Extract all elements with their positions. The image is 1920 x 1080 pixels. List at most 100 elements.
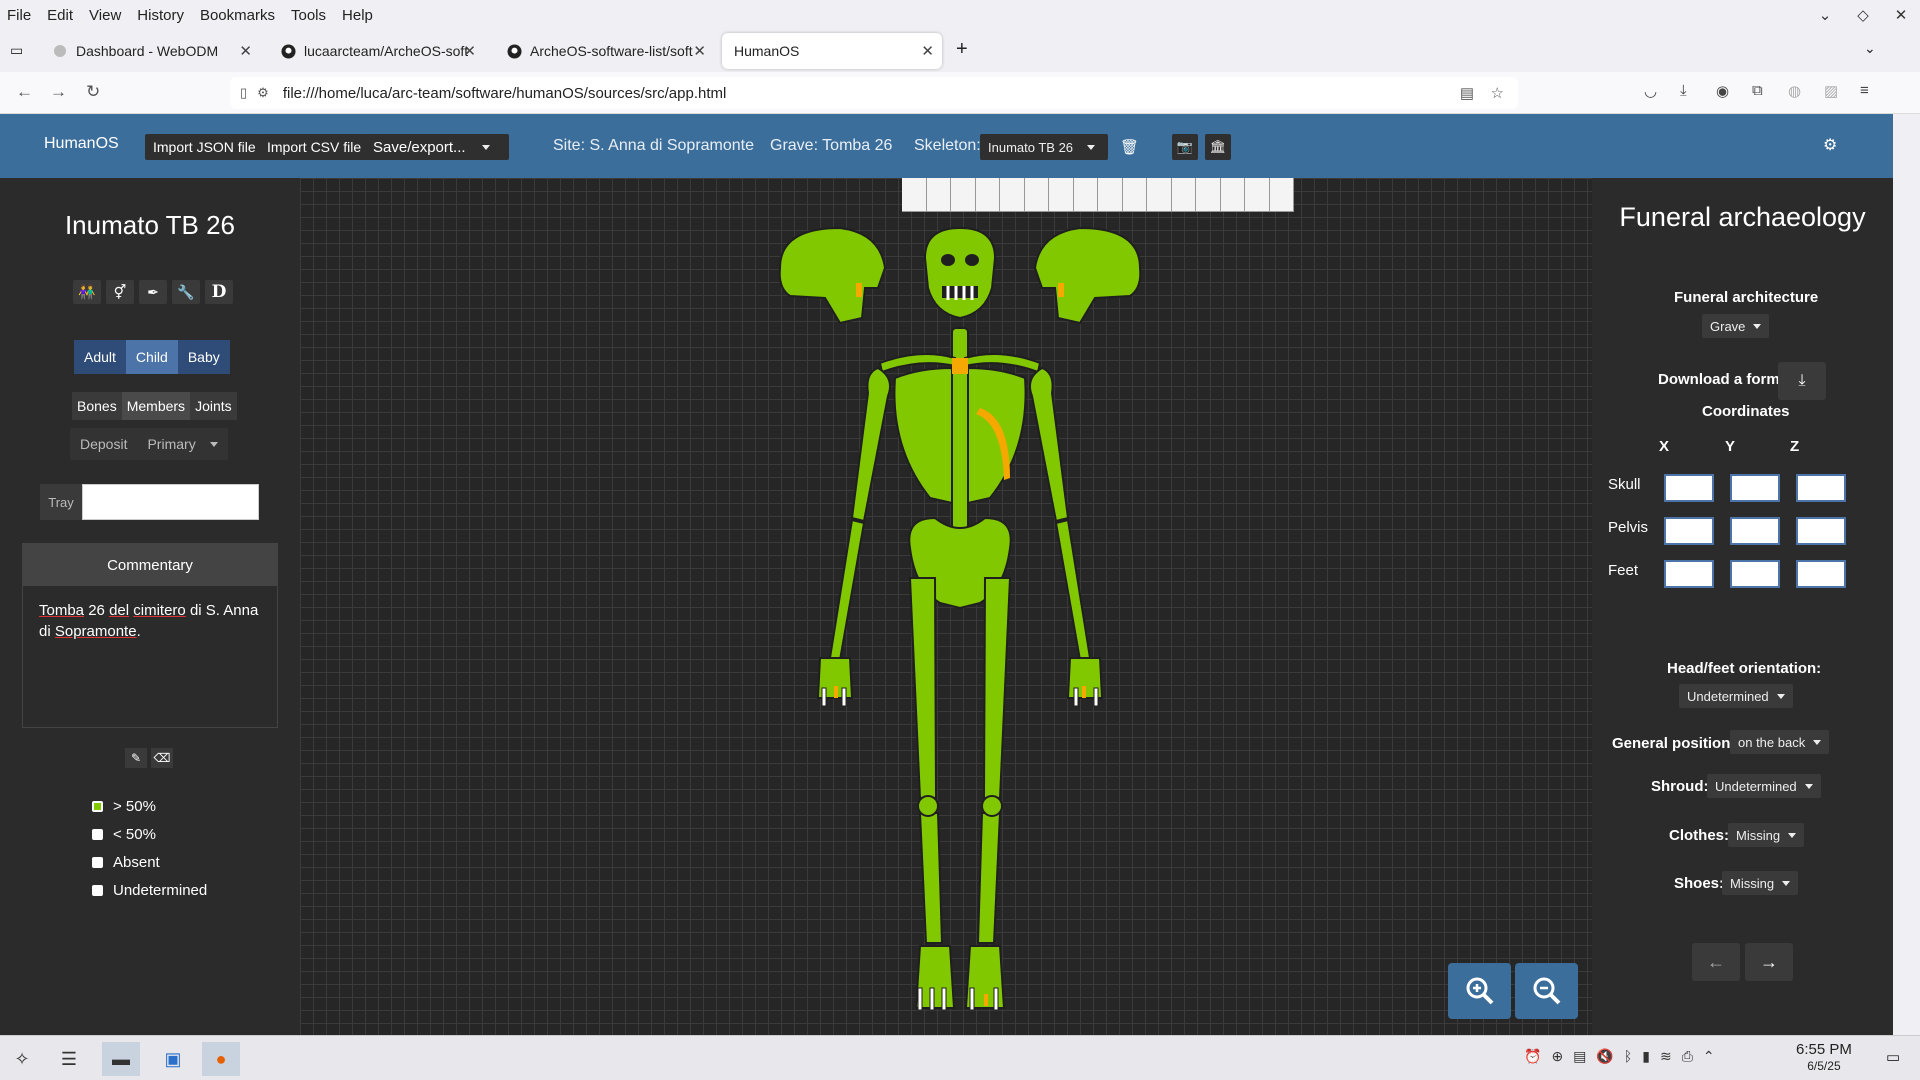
tab-github-1[interactable]: lucaarcteam/ArcheOS-soft ✕: [268, 33, 484, 69]
app-brand[interactable]: HumanOS: [44, 135, 119, 153]
pencil-icon[interactable]: ✎: [125, 748, 147, 768]
tab-humanos[interactable]: HumanOS ✕: [722, 33, 942, 69]
pocket-icon[interactable]: ◡: [1644, 82, 1657, 100]
bookmark-star-icon[interactable]: ☆: [1491, 84, 1504, 102]
firefox-icon[interactable]: ●: [202, 1042, 240, 1076]
tray-expand-icon[interactable]: ⌃: [1703, 1048, 1715, 1065]
skeleton-diagram[interactable]: [770, 218, 1150, 1018]
feet-x-input[interactable]: [1664, 560, 1714, 588]
close-icon[interactable]: ✕: [921, 42, 934, 60]
clothes-select[interactable]: Missing: [1728, 823, 1805, 847]
deposit-select[interactable]: Deposit Primary: [70, 428, 228, 460]
show-desktop-icon[interactable]: ▭: [1886, 1048, 1900, 1066]
pelvis-y-input[interactable]: [1730, 517, 1780, 545]
feet-y-input[interactable]: [1730, 560, 1780, 588]
legend-item[interactable]: Undetermined: [92, 876, 207, 904]
reader-view-icon[interactable]: ▤: [1460, 84, 1474, 102]
printer-icon[interactable]: ⎙: [1682, 1048, 1693, 1065]
clipboard-icon[interactable]: ▤: [1573, 1048, 1586, 1065]
position-select[interactable]: on the back: [1730, 730, 1830, 754]
age-tab-adult[interactable]: Adult: [74, 340, 126, 374]
menu-tools[interactable]: Tools: [283, 7, 334, 24]
age-tab-child[interactable]: Child: [125, 340, 178, 374]
settings-sliders-icon[interactable]: ☰: [50, 1042, 88, 1076]
zoom-out-button[interactable]: [1515, 963, 1578, 1019]
tab-github-2[interactable]: ArcheOS-software-list/soft ✕: [494, 33, 714, 69]
skull-z-input[interactable]: [1796, 474, 1846, 502]
close-window-button[interactable]: ✕: [1882, 6, 1920, 24]
pen-icon[interactable]: ✒: [139, 280, 167, 304]
alarm-icon[interactable]: ⏰: [1524, 1048, 1541, 1065]
download-form-button[interactable]: ⤓: [1778, 362, 1826, 400]
shoes-select[interactable]: Missing: [1722, 871, 1799, 895]
url-bar[interactable]: ▯ ⚙ file:///home/luca/arc-team/software/…: [230, 77, 1518, 109]
zoom-in-button[interactable]: [1448, 963, 1511, 1019]
volume-muted-icon[interactable]: 🔇: [1596, 1048, 1613, 1065]
shroud-select[interactable]: Undetermined: [1707, 774, 1821, 798]
close-icon[interactable]: ✕: [239, 42, 252, 60]
menu-view[interactable]: View: [81, 7, 129, 24]
d-icon[interactable]: D: [205, 280, 233, 304]
new-tab-button[interactable]: +: [956, 38, 968, 61]
update-icon[interactable]: ⊕: [1551, 1048, 1563, 1065]
reload-icon[interactable]: ↻: [86, 82, 100, 102]
account-icon[interactable]: ◉: [1716, 82, 1729, 100]
age-tab-baby[interactable]: Baby: [177, 340, 230, 374]
close-icon[interactable]: ✕: [463, 42, 476, 60]
skeleton-canvas[interactable]: [300, 178, 1592, 1035]
forward-arrow-icon[interactable]: →: [50, 82, 67, 102]
orientation-select[interactable]: Undetermined: [1679, 684, 1793, 708]
next-arrow-button[interactable]: →: [1745, 943, 1793, 981]
extensions-icon[interactable]: ⧉: [1752, 82, 1763, 99]
settings-gear-icon[interactable]: ⚙: [1823, 135, 1837, 155]
clock[interactable]: 6:55 PM 6/5/25: [1796, 1042, 1852, 1074]
import-csv-button[interactable]: Import CSV file: [259, 134, 370, 160]
prev-arrow-button[interactable]: ←: [1692, 943, 1740, 981]
view-tab-joints[interactable]: Joints: [190, 392, 237, 420]
back-arrow-icon[interactable]: ←: [16, 82, 33, 102]
commentary-textarea[interactable]: Tomba 26 del cimitero di S. Anna di Sopr…: [23, 586, 277, 656]
architecture-select[interactable]: Grave: [1702, 314, 1770, 338]
feet-z-input[interactable]: [1796, 560, 1846, 588]
pelvis-z-input[interactable]: [1796, 517, 1846, 545]
tab-webodm[interactable]: Dashboard - WebODM ✕: [40, 33, 260, 69]
menu-help[interactable]: Help: [334, 7, 381, 24]
restore-button[interactable]: ◇: [1844, 6, 1882, 24]
people-icon[interactable]: 👫: [73, 280, 101, 304]
skull-x-input[interactable]: [1664, 474, 1714, 502]
view-tab-members[interactable]: Members: [121, 392, 191, 420]
legend-item[interactable]: > 50%: [92, 792, 207, 820]
view-tab-bones[interactable]: Bones: [72, 392, 122, 420]
legend-item[interactable]: < 50%: [92, 820, 207, 848]
store-icon[interactable]: ▣: [154, 1042, 192, 1076]
import-json-button[interactable]: Import JSON file: [145, 134, 264, 160]
url-text[interactable]: file:///home/luca/arc-team/software/huma…: [283, 85, 727, 102]
battery-icon[interactable]: ▮: [1642, 1048, 1650, 1065]
eraser-icon[interactable]: ⌫: [151, 748, 173, 768]
pelvis-x-input[interactable]: [1664, 517, 1714, 545]
tab-overview-icon[interactable]: ▭: [10, 42, 23, 59]
museum-icon[interactable]: 🏛: [1205, 134, 1231, 160]
bluetooth-icon[interactable]: ᛒ: [1624, 1048, 1632, 1065]
gender-icon[interactable]: ⚥: [106, 280, 134, 304]
tray-input[interactable]: [82, 484, 259, 520]
wrench-icon[interactable]: 🔧: [172, 280, 200, 304]
tab-list-chevron-icon[interactable]: ⌄: [1864, 40, 1876, 57]
skeleton-select[interactable]: Inumato TB 26: [980, 134, 1108, 160]
menu-bookmarks[interactable]: Bookmarks: [192, 7, 283, 24]
download-icon[interactable]: ⤓: [1680, 82, 1687, 99]
trash-icon[interactable]: 🗑: [1120, 138, 1139, 156]
save-export-dropdown[interactable]: Save/export...: [365, 134, 509, 160]
close-icon[interactable]: ✕: [693, 42, 706, 60]
skull-y-input[interactable]: [1730, 474, 1780, 502]
hamburger-menu-icon[interactable]: ≡: [1860, 82, 1869, 99]
camera-icon[interactable]: 📷: [1172, 134, 1198, 160]
wifi-icon[interactable]: ≋: [1660, 1048, 1672, 1065]
menu-file[interactable]: File: [0, 7, 39, 24]
menu-history[interactable]: History: [129, 7, 192, 24]
legend-item[interactable]: Absent: [92, 848, 207, 876]
permissions-icon[interactable]: ⚙: [257, 85, 269, 101]
extension-2-icon[interactable]: ▨: [1824, 82, 1838, 100]
file-manager-icon[interactable]: ▬: [102, 1042, 140, 1076]
extension-icon[interactable]: ◍: [1788, 82, 1801, 100]
